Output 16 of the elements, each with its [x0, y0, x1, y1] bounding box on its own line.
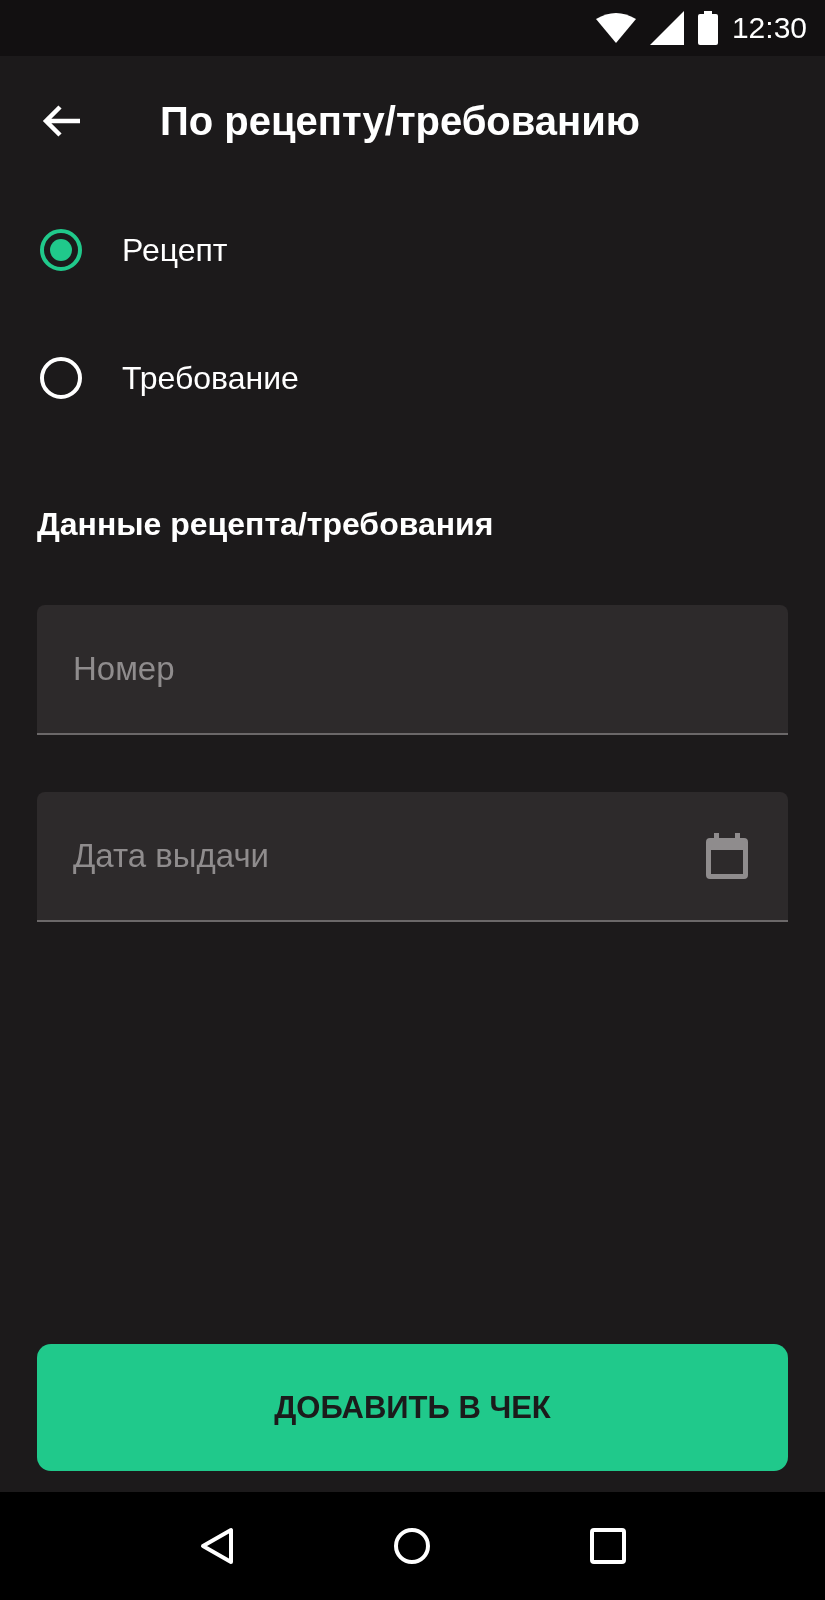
- screen-title: По рецепту/требованию: [160, 98, 641, 144]
- back-triangle-icon[interactable]: [199, 1527, 234, 1565]
- radio-option[interactable]: Требование: [40, 314, 825, 442]
- home-circle-icon[interactable]: [392, 1527, 431, 1565]
- status-time: 12:30: [731, 11, 807, 45]
- radio-button[interactable]: [40, 229, 82, 271]
- add-to-receipt-button[interactable]: ДОБАВИТЬ В ЧЕК: [37, 1344, 788, 1471]
- back-arrow-icon: [42, 104, 82, 138]
- recents-square-icon[interactable]: [589, 1528, 626, 1564]
- calendar-icon[interactable]: [706, 833, 748, 879]
- radio-option[interactable]: Рецепт: [40, 186, 825, 314]
- back-button[interactable]: [42, 104, 82, 138]
- battery-icon: [697, 11, 718, 45]
- section-title: Данные рецепта/требования: [37, 506, 495, 543]
- signal-icon: [649, 11, 684, 45]
- wifi-icon: [595, 13, 636, 43]
